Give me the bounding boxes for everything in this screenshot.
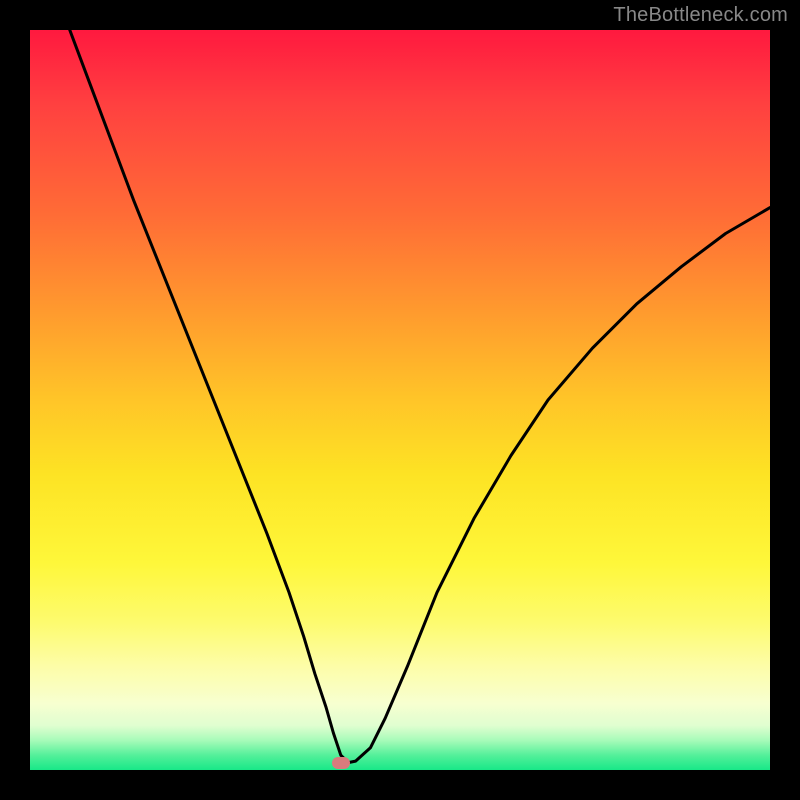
chart-frame: TheBottleneck.com (0, 0, 800, 800)
watermark-text: TheBottleneck.com (613, 4, 788, 27)
optimum-marker (332, 757, 350, 769)
plot-area (30, 30, 770, 770)
bottleneck-curve (30, 30, 770, 770)
